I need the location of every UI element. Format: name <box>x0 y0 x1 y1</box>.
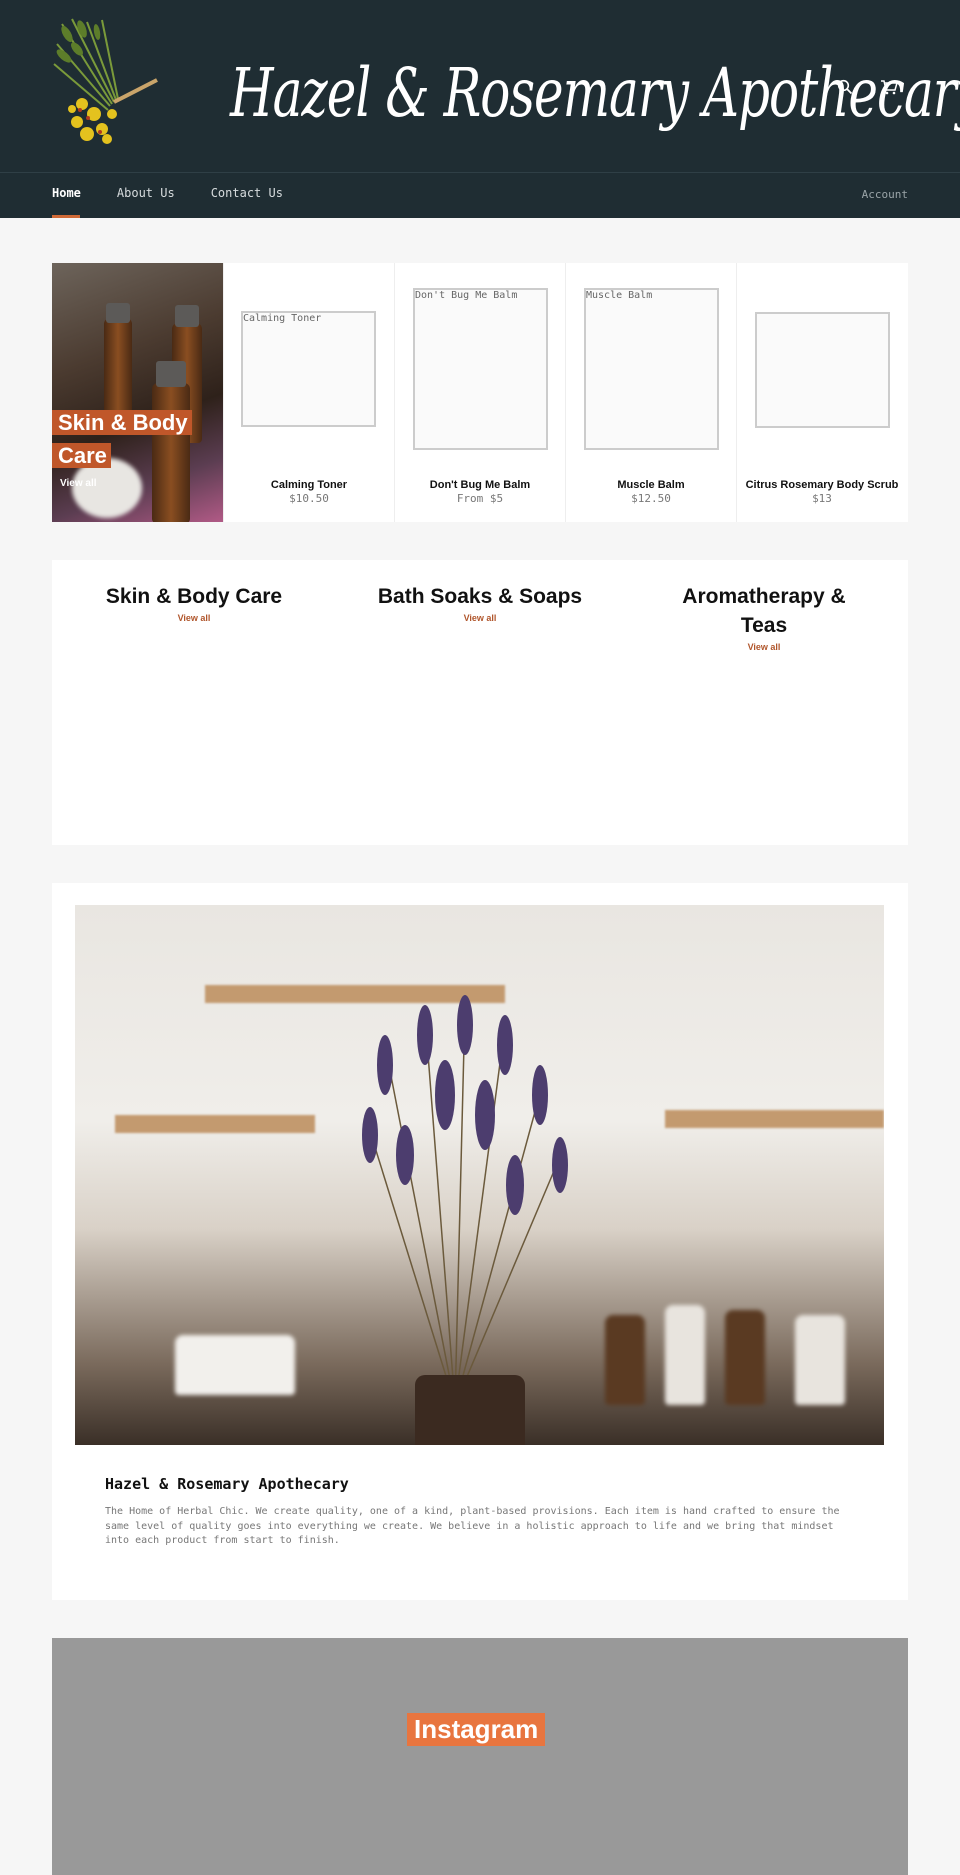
account-link[interactable]: Account <box>862 188 908 201</box>
product-card[interactable]: Calming Toner Calming Toner $10.50 <box>223 263 394 522</box>
product-name: Muscle Balm <box>617 479 685 491</box>
instagram-section: Instagram <box>52 1638 908 1875</box>
collection-item[interactable]: Bath Soaks & Soaps View all <box>375 582 585 623</box>
bottle-image <box>665 1305 705 1405</box>
header-icons <box>834 76 900 98</box>
collection-item[interactable]: Aromatherapy & Teas View all <box>659 582 869 652</box>
collection-list: Skin & Body Care View all Bath Soaks & S… <box>52 560 908 845</box>
bottle-cap-image <box>156 361 186 387</box>
product-price: From $5 <box>456 492 504 505</box>
vase-image <box>415 1375 525 1445</box>
active-nav-indicator <box>52 215 80 218</box>
nav-divider <box>0 172 960 173</box>
product-price: $10.50 <box>289 492 329 505</box>
product-image: Calming Toner <box>241 311 376 427</box>
product-name: Don't Bug Me Balm <box>429 479 531 491</box>
bottle-image <box>175 1335 295 1395</box>
bottle-image <box>725 1310 765 1405</box>
bottle-cap-image <box>106 303 130 323</box>
about-section: Hazel & Rosemary Apothecary The Home of … <box>52 883 908 1600</box>
nav-home[interactable]: Home <box>52 186 81 200</box>
product-card[interactable]: Muscle Balm Muscle Balm $12.50 <box>565 263 736 522</box>
cart-icon[interactable] <box>878 76 900 98</box>
collection-hero-card[interactable]: Skin & Body Care View all <box>52 263 223 522</box>
brand-logo[interactable]: Hazel & Rosemary Apothecary <box>52 14 960 160</box>
bottle-image <box>795 1315 845 1405</box>
shelf-image <box>665 1110 884 1128</box>
about-title: Hazel & Rosemary Apothecary <box>105 1475 349 1493</box>
collection-view-all-link[interactable]: View all <box>89 613 299 623</box>
hero-title: Skin & Body Care <box>52 406 223 472</box>
collection-title: Aromatherapy & Teas <box>682 585 846 637</box>
product-name: Calming Toner <box>270 479 348 491</box>
product-card[interactable]: Citrus Rosemary Body Scrub $13 <box>736 263 907 522</box>
shelf-image <box>115 1115 315 1133</box>
main-nav: Home About Us Contact Us <box>52 186 283 200</box>
herb-bouquet-icon <box>53 18 158 144</box>
product-price: $13 <box>812 492 832 505</box>
bottle-cap-image <box>175 305 199 327</box>
collection-item[interactable]: Skin & Body Care View all <box>89 582 299 623</box>
lavender-shop-image <box>75 905 884 1445</box>
nav-about-us[interactable]: About Us <box>117 186 175 200</box>
lavender-bouquet-icon <box>362 995 568 1405</box>
product-price: $12.50 <box>631 492 671 505</box>
nav-contact-us[interactable]: Contact Us <box>211 186 283 200</box>
bottle-image <box>605 1315 645 1405</box>
site-header: Hazel & Rosemary Apothecary Home About U… <box>0 0 960 218</box>
collection-view-all-link[interactable]: View all <box>659 642 869 652</box>
product-name: Citrus Rosemary Body Scrub <box>745 479 899 491</box>
about-text: The Home of Herbal Chic. We create quali… <box>105 1506 840 1546</box>
collection-title: Skin & Body Care <box>105 585 283 608</box>
instagram-label[interactable]: Instagram <box>407 1713 546 1746</box>
search-icon[interactable] <box>834 76 856 98</box>
product-image: Don't Bug Me Balm <box>413 288 548 450</box>
product-image: Muscle Balm <box>584 288 719 450</box>
product-card[interactable]: Don't Bug Me Balm Don't Bug Me Balm From… <box>394 263 565 522</box>
collection-view-all-link[interactable]: View all <box>375 613 585 623</box>
product-image <box>755 312 890 428</box>
featured-collection: Skin & Body Care View all Calming Toner … <box>52 263 908 522</box>
hero-view-all-link[interactable]: View all <box>60 478 97 489</box>
collection-title: Bath Soaks & Soaps <box>377 585 583 608</box>
